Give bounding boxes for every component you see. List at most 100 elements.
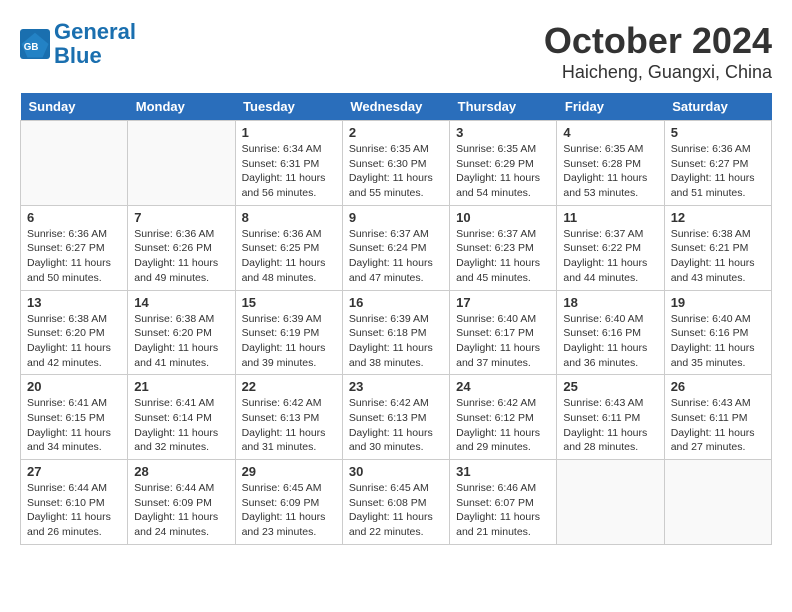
day-content-line: Sunset: 6:21 PM [671, 241, 765, 256]
logo: GB General Blue [20, 20, 136, 68]
page-header: GB General Blue October 2024 Haicheng, G… [20, 20, 772, 83]
day-content-line: Sunrise: 6:40 AM [456, 312, 550, 327]
day-number: 3 [456, 125, 550, 140]
day-content-line: Sunrise: 6:44 AM [134, 481, 228, 496]
day-content-line: Daylight: 11 hours [456, 171, 550, 186]
day-content-line: Sunrise: 6:41 AM [134, 396, 228, 411]
day-content-line: and 43 minutes. [671, 271, 765, 286]
day-content-line: and 56 minutes. [242, 186, 336, 201]
calendar-cell: 29Sunrise: 6:45 AMSunset: 6:09 PMDayligh… [235, 460, 342, 545]
day-content-line: Daylight: 11 hours [27, 426, 121, 441]
day-content-line: Daylight: 11 hours [134, 256, 228, 271]
calendar-cell: 19Sunrise: 6:40 AMSunset: 6:16 PMDayligh… [664, 290, 771, 375]
day-content-line: and 37 minutes. [456, 356, 550, 371]
calendar-week-row: 20Sunrise: 6:41 AMSunset: 6:15 PMDayligh… [21, 375, 772, 460]
day-content-line: Sunset: 6:17 PM [456, 326, 550, 341]
calendar-cell: 16Sunrise: 6:39 AMSunset: 6:18 PMDayligh… [342, 290, 449, 375]
calendar-cell: 31Sunrise: 6:46 AMSunset: 6:07 PMDayligh… [450, 460, 557, 545]
day-content-line: and 32 minutes. [134, 440, 228, 455]
day-content-line: Sunset: 6:27 PM [27, 241, 121, 256]
logo-text: General Blue [54, 20, 136, 68]
day-number: 29 [242, 464, 336, 479]
day-number: 14 [134, 295, 228, 310]
day-content-line: and 26 minutes. [27, 525, 121, 540]
location-title: Haicheng, Guangxi, China [544, 62, 772, 83]
day-content-line: and 21 minutes. [456, 525, 550, 540]
calendar-cell: 9Sunrise: 6:37 AMSunset: 6:24 PMDaylight… [342, 205, 449, 290]
day-content-line: Sunrise: 6:42 AM [242, 396, 336, 411]
calendar-cell: 23Sunrise: 6:42 AMSunset: 6:13 PMDayligh… [342, 375, 449, 460]
day-content-line: Daylight: 11 hours [671, 171, 765, 186]
day-content-line: Sunset: 6:09 PM [242, 496, 336, 511]
day-content-line: Daylight: 11 hours [27, 256, 121, 271]
day-content-line: Daylight: 11 hours [456, 510, 550, 525]
day-content-line: Daylight: 11 hours [349, 341, 443, 356]
day-content-line: and 44 minutes. [563, 271, 657, 286]
day-content-line: and 55 minutes. [349, 186, 443, 201]
day-content-line: and 53 minutes. [563, 186, 657, 201]
day-content-line: Sunrise: 6:42 AM [456, 396, 550, 411]
day-number: 8 [242, 210, 336, 225]
day-content-line: and 42 minutes. [27, 356, 121, 371]
day-content-line: and 23 minutes. [242, 525, 336, 540]
day-content-line: and 30 minutes. [349, 440, 443, 455]
day-content-line: Sunrise: 6:36 AM [242, 227, 336, 242]
day-content-line: Sunset: 6:24 PM [349, 241, 443, 256]
day-number: 1 [242, 125, 336, 140]
day-number: 24 [456, 379, 550, 394]
day-content-line: Sunrise: 6:38 AM [671, 227, 765, 242]
day-content-line: and 29 minutes. [456, 440, 550, 455]
day-content-line: Daylight: 11 hours [563, 256, 657, 271]
day-content-line: and 24 minutes. [134, 525, 228, 540]
day-content-line: and 27 minutes. [671, 440, 765, 455]
day-number: 5 [671, 125, 765, 140]
day-content-line: Sunset: 6:18 PM [349, 326, 443, 341]
calendar-cell: 27Sunrise: 6:44 AMSunset: 6:10 PMDayligh… [21, 460, 128, 545]
calendar-week-row: 6Sunrise: 6:36 AMSunset: 6:27 PMDaylight… [21, 205, 772, 290]
day-content-line: and 39 minutes. [242, 356, 336, 371]
day-content-line: Sunrise: 6:40 AM [563, 312, 657, 327]
month-title: October 2024 [544, 20, 772, 62]
day-content-line: Sunrise: 6:45 AM [349, 481, 443, 496]
day-content-line: Sunrise: 6:35 AM [349, 142, 443, 157]
day-number: 11 [563, 210, 657, 225]
day-content-line: Daylight: 11 hours [27, 341, 121, 356]
day-content-line: Sunrise: 6:46 AM [456, 481, 550, 496]
day-content-line: and 38 minutes. [349, 356, 443, 371]
day-content-line: Sunset: 6:20 PM [27, 326, 121, 341]
day-content-line: Sunrise: 6:43 AM [563, 396, 657, 411]
day-content-line: and 35 minutes. [671, 356, 765, 371]
day-content-line: Sunset: 6:16 PM [563, 326, 657, 341]
day-content-line: Daylight: 11 hours [671, 426, 765, 441]
day-content-line: Sunset: 6:22 PM [563, 241, 657, 256]
day-number: 27 [27, 464, 121, 479]
day-number: 22 [242, 379, 336, 394]
day-content-line: Sunrise: 6:43 AM [671, 396, 765, 411]
day-content-line: and 54 minutes. [456, 186, 550, 201]
day-content-line: Sunset: 6:31 PM [242, 157, 336, 172]
day-number: 7 [134, 210, 228, 225]
calendar-cell: 24Sunrise: 6:42 AMSunset: 6:12 PMDayligh… [450, 375, 557, 460]
day-content-line: Sunrise: 6:37 AM [563, 227, 657, 242]
calendar-week-row: 1Sunrise: 6:34 AMSunset: 6:31 PMDaylight… [21, 121, 772, 206]
day-content-line: Sunrise: 6:36 AM [27, 227, 121, 242]
day-content-line: Sunset: 6:20 PM [134, 326, 228, 341]
day-content-line: Sunset: 6:26 PM [134, 241, 228, 256]
day-content-line: Daylight: 11 hours [242, 256, 336, 271]
calendar-cell: 14Sunrise: 6:38 AMSunset: 6:20 PMDayligh… [128, 290, 235, 375]
day-content-line: Sunset: 6:07 PM [456, 496, 550, 511]
day-content-line: Daylight: 11 hours [242, 171, 336, 186]
day-content-line: Daylight: 11 hours [349, 171, 443, 186]
calendar-cell [557, 460, 664, 545]
day-content-line: Daylight: 11 hours [27, 510, 121, 525]
calendar-header-friday: Friday [557, 93, 664, 121]
calendar-header-sunday: Sunday [21, 93, 128, 121]
day-content-line: Sunrise: 6:36 AM [134, 227, 228, 242]
calendar-cell: 2Sunrise: 6:35 AMSunset: 6:30 PMDaylight… [342, 121, 449, 206]
day-content-line: Sunset: 6:23 PM [456, 241, 550, 256]
day-content-line: and 49 minutes. [134, 271, 228, 286]
calendar-cell: 18Sunrise: 6:40 AMSunset: 6:16 PMDayligh… [557, 290, 664, 375]
day-content-line: and 28 minutes. [563, 440, 657, 455]
day-content-line: Sunset: 6:19 PM [242, 326, 336, 341]
day-number: 19 [671, 295, 765, 310]
